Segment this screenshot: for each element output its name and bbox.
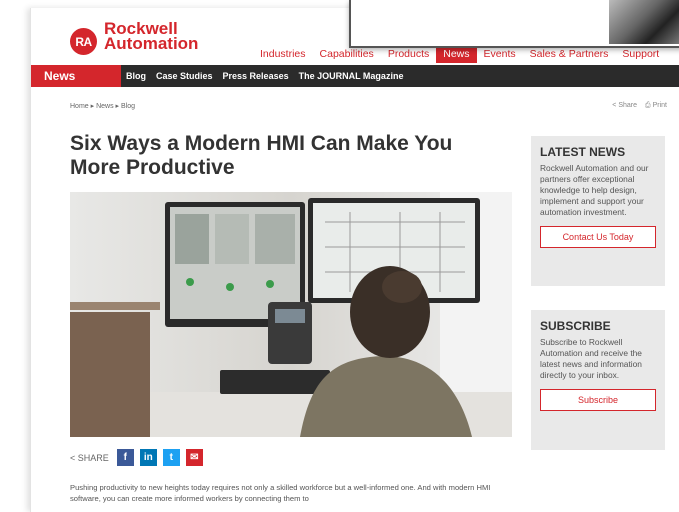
print-icon: ⎙ bbox=[645, 102, 651, 109]
latest-news-heading: LATEST NEWS bbox=[540, 145, 626, 159]
sub-navigation: Blog Case Studies Press Releases The JOU… bbox=[121, 65, 679, 87]
subscribe-heading: SUBSCRIBE bbox=[540, 319, 611, 333]
subscribe-card: SUBSCRIBE Subscribe to Rockwell Automati… bbox=[531, 310, 665, 450]
overlay-screenshot bbox=[349, 0, 679, 48]
print-tool[interactable]: ⎙ Print bbox=[645, 102, 667, 110]
subnav-blog[interactable]: Blog bbox=[121, 71, 151, 81]
brand-logo-icon[interactable]: RA bbox=[70, 28, 97, 55]
section-bar: News Blog Case Studies Press Releases Th… bbox=[31, 65, 679, 87]
linkedin-icon[interactable]: in bbox=[139, 449, 157, 466]
contact-us-button[interactable]: Contact Us Today bbox=[540, 226, 656, 248]
print-tool-label: Print bbox=[652, 102, 667, 109]
nav-events[interactable]: Events bbox=[477, 46, 523, 63]
article-title: Six Ways a Modern HMI Can Make You More … bbox=[70, 132, 453, 179]
nav-industries[interactable]: Industries bbox=[253, 46, 313, 63]
section-title[interactable]: News bbox=[44, 65, 75, 87]
subnav-press-releases[interactable]: Press Releases bbox=[218, 71, 294, 81]
twitter-icon[interactable]: t bbox=[162, 449, 180, 466]
breadcrumb[interactable]: Home ▸ News ▸ Blog bbox=[70, 102, 135, 110]
hero-image bbox=[70, 192, 512, 437]
latest-news-text: Rockwell Automation and our partners off… bbox=[540, 163, 649, 217]
nav-news[interactable]: News bbox=[436, 46, 477, 63]
subnav-journal[interactable]: The JOURNAL Magazine bbox=[294, 71, 409, 81]
page-tools: < Share ⎙ Print bbox=[612, 102, 667, 110]
office-hmi-photo bbox=[70, 192, 512, 437]
main-navigation: Industries Capabilities Products News Ev… bbox=[253, 46, 666, 63]
share-icon: < bbox=[612, 102, 617, 109]
share-bar-label-text: SHARE bbox=[77, 452, 109, 463]
nav-support[interactable]: Support bbox=[615, 46, 666, 63]
share-tool-label: Share bbox=[618, 102, 638, 109]
share-label: < SHARE bbox=[70, 453, 109, 463]
nav-products[interactable]: Products bbox=[381, 46, 436, 63]
share-tool[interactable]: < Share bbox=[612, 102, 637, 110]
latest-news-card: LATEST NEWS Rockwell Automation and our … bbox=[531, 136, 665, 286]
subnav-case-studies[interactable]: Case Studies bbox=[151, 71, 218, 81]
brand-name-line2: Automation bbox=[104, 34, 199, 53]
article-body: Pushing productivity to new heights toda… bbox=[70, 483, 491, 503]
email-icon[interactable]: ✉ bbox=[185, 449, 203, 466]
webpage: RA Rockwell Automation Industries Capabi… bbox=[30, 8, 679, 512]
facebook-icon[interactable]: f bbox=[116, 449, 134, 466]
nav-sales-partners[interactable]: Sales & Partners bbox=[523, 46, 616, 63]
subscribe-text: Subscribe to Rockwell Automation and rec… bbox=[540, 337, 642, 380]
nav-capabilities[interactable]: Capabilities bbox=[313, 46, 381, 63]
share-bar-icon: < bbox=[70, 452, 76, 463]
machine-image bbox=[609, 0, 679, 44]
brand-logo-text[interactable]: Rockwell Automation bbox=[104, 20, 199, 53]
share-bar: < SHARE f in t ✉ bbox=[70, 449, 203, 466]
subscribe-button[interactable]: Subscribe bbox=[540, 389, 656, 411]
